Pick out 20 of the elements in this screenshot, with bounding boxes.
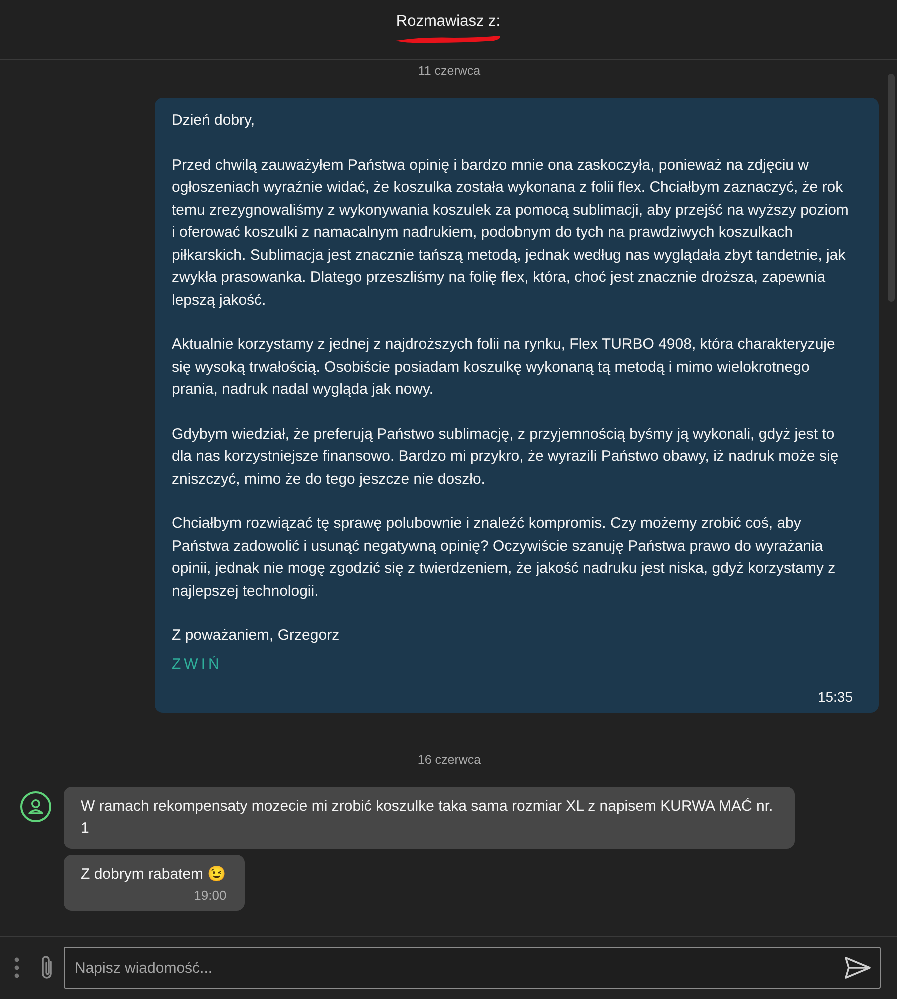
message-text: Aktualnie korzystamy z jednej z najdroższych folii na rynku, Flex TURBO 4908, która charakteryzuje się wysoką trwałością. Osobiście posiadam koszulkę wykonaną tą metodą i mimo wielokrotnego prania, nadruk nadal wygląda jak nowy. — [172, 335, 836, 400]
message-text: Gdybym wiedział, że preferują Państwo sublimację, z przyjemnością byśmy ją wykonali, gdyż jest to dla nas korzystniejsze finansowo. Bardzo mi przykro, że wyrazili Państwo obawy, iż nadruk może się zniszczyć, mimo że do tego jeszcze nie doszło. — [172, 424, 840, 490]
user-avatar-icon — [20, 790, 52, 822]
message-text: Z dobrym rabatem 😉 — [81, 864, 227, 884]
message-time: 15:35 — [818, 688, 853, 704]
scrollbar-thumb[interactable] — [888, 74, 894, 302]
more-options-icon[interactable] — [14, 957, 20, 979]
conversation-title: Rozmawiasz z: — [396, 12, 501, 30]
message-input-box[interactable]: Napisz wiadomość... — [64, 947, 881, 989]
message-text: Z poważaniem, Grzegorz — [172, 626, 341, 646]
message-text: Przed chwilą zauważyłem Państwa opinię i bardzo mnie ona zaskoczyła, ponieważ na zdjęciu w ogłoszeniach wyraźnie widać, że koszulka została wykonana z folii flex. Chciałbym zaznaczyć, że rok temu zrezygnowaliśmy z wykonywania koszulek za pomocą sublimacji, aby przejść na wyższy poziom i oferować koszulki z namacalnym nadrukiem, podobnym do tych na prawdziwych koszulkach piłkarskich. Sublimacja jest znacznie tańszą metodą, jednak według nas wyglądała zbyt tandetnie, jak zwykła prasowanka. Dlatego przeszliśmy na folię flex, która, choć jest znacznie droższa, zapewnia lepszą jakość. — [172, 156, 850, 310]
date-separator: 16 czerwca — [418, 752, 482, 766]
message-text: Dzień dobry, — [172, 111, 256, 131]
message-text: Chciałbym rozwiązać tę sprawę polubownie i znaleźć kompromis. Czy możemy zrobić coś, aby Państwa zadowolić i usunąć negatywną opinię? Oczywiście szanuję Państwa prawo do wyrażania opinii, jednak nie mogę zgodzić się z twierdzeniem, że jakość nadruku jest niska, gdyż korzystamy z najlepszej technologii. — [172, 514, 837, 602]
message-time: 19:00 — [194, 888, 227, 903]
collapse-button[interactable]: ZWIŃ — [172, 656, 222, 672]
send-icon[interactable] — [844, 956, 872, 980]
date-separator: 11 czerwca — [418, 64, 481, 78]
message-text: W ramach rekompensaty mozecie mi zrobić koszulke taka sama rozmiar XL z napisem KURWA MAĆ nr. 1 — [81, 796, 774, 839]
message-input-field[interactable]: Napisz wiadomość... — [73, 958, 844, 978]
